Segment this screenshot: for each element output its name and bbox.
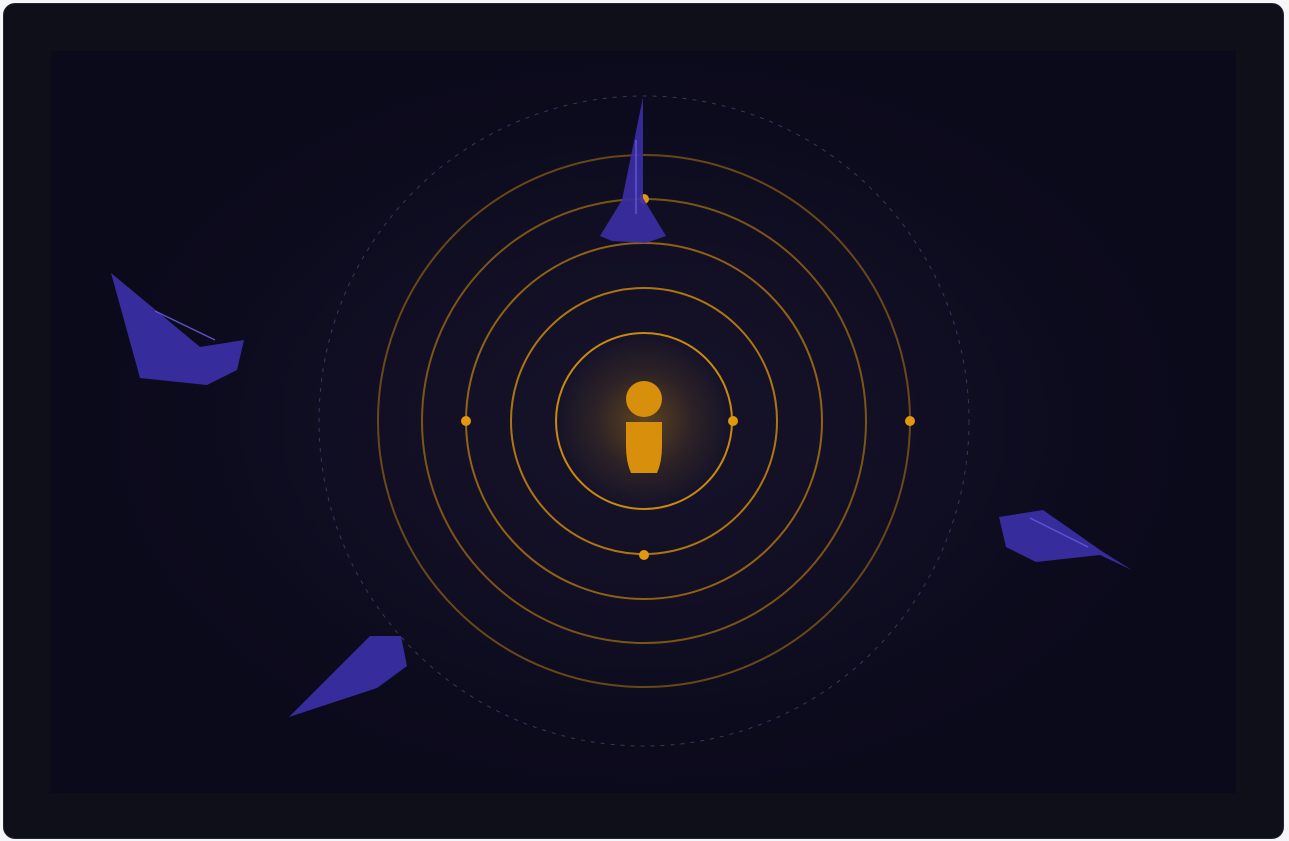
crystal-shard-bottom-left <box>289 636 407 717</box>
crystal-shard-right <box>999 510 1132 570</box>
orbit-dot-left <box>461 416 471 426</box>
orbit-dot-bottom <box>639 550 649 560</box>
orbit-dot-inner-right <box>728 416 738 426</box>
orbit-dot-outer-right <box>905 416 915 426</box>
crystal-shard-top <box>600 97 666 243</box>
info-icon <box>626 381 662 473</box>
crystal-shard-left <box>111 273 244 385</box>
illustration-canvas <box>111 95 1132 747</box>
